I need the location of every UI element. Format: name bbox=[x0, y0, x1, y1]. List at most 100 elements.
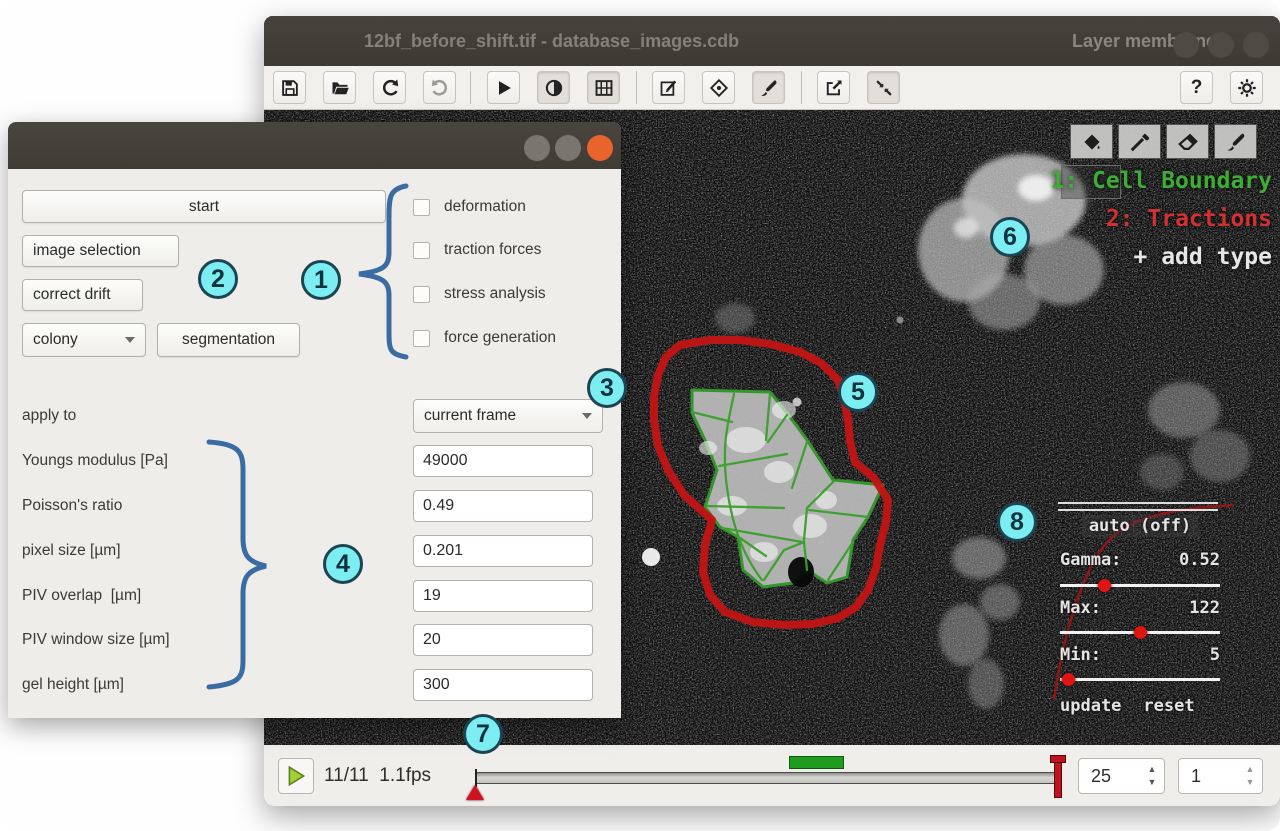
mask-brush-button[interactable] bbox=[752, 71, 785, 104]
start-button[interactable]: start bbox=[22, 190, 386, 223]
checkbox-row-stress-analysis[interactable]: stress analysis bbox=[413, 282, 546, 306]
youngs-modulus-input[interactable] bbox=[414, 446, 592, 476]
checkbox-label: deformation bbox=[444, 198, 526, 216]
segmentation-button[interactable]: segmentation bbox=[157, 323, 300, 357]
piv-overlap-input[interactable] bbox=[414, 581, 592, 611]
checkbox-label: stress analysis bbox=[444, 285, 546, 303]
toolbar-separator bbox=[801, 71, 802, 104]
pixel-size-input[interactable] bbox=[414, 536, 592, 566]
add-type-button[interactable]: + add type bbox=[1050, 238, 1272, 276]
fill-bucket-tool[interactable] bbox=[1070, 124, 1113, 159]
poissons-ratio-input[interactable] bbox=[414, 491, 592, 521]
play-button[interactable] bbox=[278, 758, 314, 794]
piv-window-size-input[interactable] bbox=[414, 625, 592, 655]
help-button[interactable]: ? bbox=[1180, 71, 1213, 104]
play-icon bbox=[494, 78, 514, 98]
window-title: 12bf_before_shift.tif - database_images.… bbox=[364, 16, 739, 66]
gamma-slider[interactable] bbox=[1060, 578, 1220, 592]
piv-window-size-field[interactable] bbox=[413, 624, 593, 656]
undo-button[interactable] bbox=[373, 71, 406, 104]
frame-skip-spinbox[interactable]: ▲▼ bbox=[1178, 758, 1263, 794]
export-view-button[interactable] bbox=[817, 71, 850, 104]
dialog-maximize-button[interactable] bbox=[555, 135, 581, 161]
mask-brush-icon bbox=[1225, 131, 1247, 153]
colony-mode-dropdown[interactable]: colony bbox=[22, 323, 146, 357]
image-selection-button[interactable]: image selection bbox=[22, 235, 179, 267]
marker-diamond-icon bbox=[709, 78, 729, 98]
min-slider[interactable] bbox=[1060, 672, 1220, 686]
gel-height-field[interactable] bbox=[413, 669, 593, 701]
pipette-tool[interactable] bbox=[1118, 124, 1161, 159]
max-slider[interactable] bbox=[1060, 625, 1220, 639]
gamma-slider-handle[interactable] bbox=[1098, 579, 1111, 592]
eraser-tool[interactable] bbox=[1166, 124, 1209, 159]
spinbox-arrows[interactable]: ▲▼ bbox=[1244, 763, 1256, 791]
play-timeline-button[interactable] bbox=[487, 71, 520, 104]
timeline-start-marker[interactable] bbox=[466, 785, 484, 800]
update-button[interactable]: update bbox=[1060, 696, 1121, 716]
checkbox-row-force-generation[interactable]: force generation bbox=[413, 326, 556, 350]
brush-tool[interactable] bbox=[1214, 124, 1257, 159]
marker-type-list: 1: Cell Boundary 2: Tractions + add type bbox=[1050, 162, 1272, 276]
mask-toolbar bbox=[1070, 124, 1257, 159]
stress-analysis-checkbox[interactable] bbox=[413, 286, 430, 303]
marker-type-tractions[interactable]: 2: Tractions bbox=[1050, 200, 1272, 238]
gel-height-input[interactable] bbox=[414, 670, 592, 700]
marker-type-cell-boundary[interactable]: 1: Cell Boundary bbox=[1050, 162, 1272, 200]
main-titlebar[interactable]: 12bf_before_shift.tif - database_images.… bbox=[264, 16, 1280, 66]
callout-1: 1 bbox=[301, 260, 341, 300]
auto-contrast-button[interactable]: auto (off) bbox=[1056, 516, 1224, 536]
redo-button[interactable] bbox=[423, 71, 456, 104]
timeline-slider[interactable] bbox=[475, 745, 1058, 806]
checkbox-row-traction-forces[interactable]: traction forces bbox=[413, 238, 541, 262]
tfm-addon-dialog: start deformation traction forces stress… bbox=[8, 122, 621, 718]
framerate-spinbox[interactable]: ▲▼ bbox=[1078, 758, 1165, 794]
frame-counter-value: 11/11 bbox=[324, 765, 369, 786]
spinbox-arrows[interactable]: ▲▼ bbox=[1146, 763, 1158, 791]
traction-forces-checkbox[interactable] bbox=[413, 242, 430, 259]
callout-5: 5 bbox=[838, 372, 878, 412]
min-label: Min: bbox=[1060, 645, 1101, 665]
dialog-titlebar[interactable] bbox=[8, 122, 621, 169]
contrast-panel: auto (off) Gamma: 0.52 Max: 122 Min: bbox=[1056, 498, 1224, 730]
contrast-icon bbox=[544, 78, 564, 98]
min-slider-handle[interactable] bbox=[1062, 673, 1075, 686]
callout-6: 6 bbox=[990, 217, 1030, 257]
annotation-button[interactable] bbox=[652, 71, 685, 104]
start-button-label: start bbox=[189, 198, 219, 216]
pixel-size-field[interactable] bbox=[413, 535, 593, 567]
apply-to-dropdown[interactable]: current frame bbox=[413, 399, 603, 433]
checkbox-label: force generation bbox=[444, 329, 556, 347]
contrast-adjust-button[interactable] bbox=[537, 71, 570, 104]
edit-note-icon bbox=[659, 78, 679, 98]
max-slider-handle[interactable] bbox=[1134, 626, 1147, 639]
screenshot-stage: 12bf_before_shift.tif - database_images.… bbox=[0, 0, 1280, 831]
colony-hole bbox=[788, 557, 814, 587]
open-button[interactable] bbox=[323, 71, 356, 104]
correct-drift-button[interactable]: correct drift bbox=[22, 279, 143, 311]
timeline-track[interactable] bbox=[475, 772, 1058, 784]
window-maximize-button[interactable] bbox=[1208, 32, 1234, 58]
max-label: Max: bbox=[1060, 598, 1101, 618]
fit-view-button[interactable] bbox=[867, 71, 900, 104]
window-close-button[interactable] bbox=[1243, 32, 1269, 58]
checkbox-row-deformation[interactable]: deformation bbox=[413, 195, 526, 219]
dialog-close-button[interactable] bbox=[587, 135, 613, 161]
force-generation-checkbox[interactable] bbox=[413, 330, 430, 347]
dialog-minimize-button[interactable] bbox=[524, 135, 550, 161]
piv-overlap-field[interactable] bbox=[413, 580, 593, 612]
marker-tool-button[interactable] bbox=[702, 71, 735, 104]
reset-button[interactable]: reset bbox=[1143, 696, 1194, 716]
video-export-button[interactable] bbox=[587, 71, 620, 104]
timeline-position-handle[interactable] bbox=[1050, 755, 1066, 799]
settings-button[interactable] bbox=[1230, 71, 1263, 104]
callout-3: 3 bbox=[587, 368, 627, 408]
toolbar-separator bbox=[636, 71, 637, 104]
help-label: ? bbox=[1191, 77, 1203, 99]
deformation-checkbox[interactable] bbox=[413, 199, 430, 216]
save-button[interactable] bbox=[273, 71, 306, 104]
poissons-ratio-field[interactable] bbox=[413, 490, 593, 522]
youngs-modulus-field[interactable] bbox=[413, 445, 593, 477]
window-minimize-button[interactable] bbox=[1173, 32, 1199, 58]
chevron-down-icon bbox=[125, 337, 135, 343]
